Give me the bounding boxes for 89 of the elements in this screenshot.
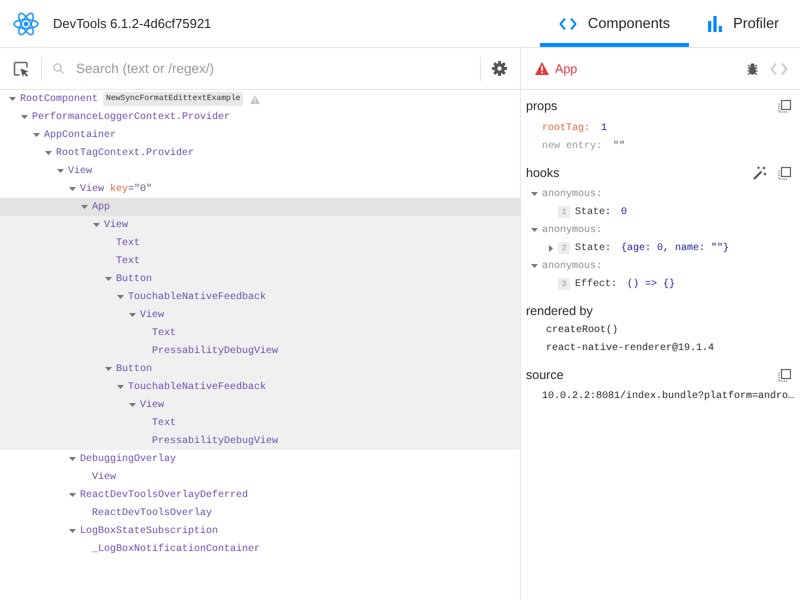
hook-group-name: anonymous: [542, 224, 602, 236]
settings-icon[interactable] [492, 61, 507, 76]
tree-item[interactable]: View key="0" [0, 180, 520, 198]
hook-name: State: [575, 206, 612, 218]
disclosure-triangle-icon[interactable] [117, 385, 124, 389]
hook-name: State: [575, 242, 612, 254]
hook-group-name: anonymous: [542, 260, 602, 272]
tree-item[interactable]: View [0, 396, 520, 414]
disclosure-triangle-icon[interactable] [9, 97, 16, 101]
tree-item[interactable]: View [0, 216, 520, 234]
renderer-name: react-native-renderer@19.1.4 [546, 342, 714, 354]
bar-chart-icon [708, 16, 722, 32]
tree-item[interactable]: DebuggingOverlay [0, 450, 520, 468]
magic-wand-icon[interactable] [753, 166, 767, 180]
hook-group-name: anonymous: [542, 188, 602, 200]
tree-item[interactable]: View [0, 468, 520, 486]
tree-item[interactable]: _LogBoxNotificationContainer [0, 540, 520, 558]
tree-item[interactable]: Text [0, 324, 520, 342]
disclosure-triangle-icon[interactable] [69, 493, 76, 497]
disclosure-triangle-icon[interactable] [69, 187, 76, 191]
tree-item[interactable]: App [0, 198, 520, 216]
copy-icon[interactable] [778, 368, 791, 382]
tree-item[interactable]: Button [0, 270, 520, 288]
inspected-component-name: App [555, 62, 578, 76]
tree-item[interactable]: Text [0, 414, 520, 432]
tree-item[interactable]: View [0, 306, 520, 324]
tree-item[interactable]: AppContainer [0, 126, 520, 144]
search-icon [53, 63, 64, 74]
disclosure-triangle-icon[interactable] [81, 205, 88, 209]
prop-name: rootTag: [542, 122, 590, 134]
disclosure-triangle-icon[interactable] [57, 169, 64, 173]
tree-item[interactable]: PerformanceLoggerContext.Provider [0, 108, 520, 126]
section-title: hooks [526, 166, 560, 180]
new-prop-field[interactable]: new entry: [542, 140, 602, 152]
search-field[interactable]: Search (text or /regex/) [76, 56, 468, 82]
nav-tab[interactable]: Profiler [689, 0, 798, 47]
warning-icon [535, 62, 549, 75]
disclosure-triangle-icon[interactable] [531, 228, 538, 232]
disclosure-triangle-icon[interactable] [105, 367, 112, 371]
tree-item[interactable]: Button [0, 360, 520, 378]
tree-item[interactable]: LogBoxStateSubscription [0, 522, 520, 540]
prop-value: 1 [601, 122, 608, 134]
disclosure-triangle-icon[interactable] [69, 529, 76, 533]
section-title: rendered by [526, 304, 593, 318]
component-tag: NewSyncFormatEdittextExample [103, 92, 244, 106]
tree-item[interactable]: RootTagContext.Provider [0, 144, 520, 162]
code-brackets-icon [558, 16, 577, 30]
tree-item[interactable]: TouchableNativeFeedback [0, 378, 520, 396]
nav-tab[interactable]: Components [540, 0, 690, 47]
hook-number: 3 [558, 278, 570, 290]
disclosure-triangle-icon[interactable] [129, 313, 136, 317]
bug-icon[interactable] [747, 62, 758, 74]
disclosure-triangle-icon[interactable] [45, 151, 52, 155]
disclosure-triangle-icon[interactable] [531, 264, 538, 268]
disclosure-triangle-icon[interactable] [531, 192, 538, 196]
disclosure-triangle-icon[interactable] [69, 457, 76, 461]
hook-value: 0 [621, 206, 628, 218]
tree-item[interactable]: View [0, 162, 520, 180]
tree-item[interactable]: TouchableNativeFeedback [0, 288, 520, 306]
disclosure-triangle-icon[interactable] [93, 223, 100, 227]
disclosure-triangle-icon[interactable] [105, 277, 112, 281]
disclosure-triangle-icon[interactable] [21, 115, 28, 119]
app-title: DevTools 6.1.2-4d6cf75921 [53, 16, 212, 31]
disclosure-triangle-icon[interactable] [33, 133, 40, 137]
prop-value: "" [613, 140, 626, 152]
copy-icon[interactable] [778, 100, 791, 112]
cursor-in-box-icon[interactable] [13, 60, 29, 76]
disclosure-triangle-icon[interactable] [129, 403, 136, 407]
hook-value: () => {} [627, 278, 676, 290]
atom-icon [13, 12, 39, 36]
hook-number: 1 [558, 206, 570, 218]
tree-item[interactable]: Text [0, 252, 520, 270]
warning-icon [250, 94, 260, 104]
copy-icon[interactable] [778, 166, 791, 180]
renderer-name: createRoot() [546, 324, 618, 336]
tree-item[interactable]: PressabilityDebugView [0, 342, 520, 360]
disclosure-triangle-icon[interactable] [117, 295, 124, 299]
section-title: source [526, 368, 564, 382]
disclosure-triangle-icon[interactable] [549, 244, 553, 252]
tree-item[interactable]: PressabilityDebugView [0, 432, 520, 450]
tree-item[interactable]: RootComponent NewSyncFormatEdittextExample [0, 90, 520, 108]
hook-value: {age: 0, name: ""} [621, 242, 730, 254]
hook-number: 2 [558, 242, 570, 254]
source-location: 10.0.2.2:8081/index.bundle?platform=andro… [542, 390, 794, 402]
section-title: props [526, 99, 558, 113]
tree-item[interactable]: ReactDevToolsOverlayDeferred [0, 486, 520, 504]
tree-item[interactable]: Text [0, 234, 520, 252]
hook-name: Effect: [575, 278, 618, 290]
tree-item[interactable]: ReactDevToolsOverlay [0, 504, 520, 522]
